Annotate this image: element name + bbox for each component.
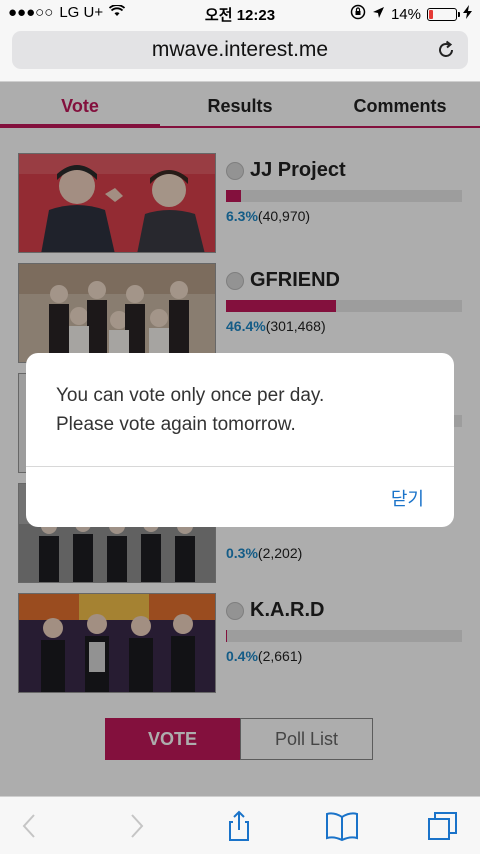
url-text: mwave.interest.me (151, 38, 329, 61)
battery-label: 14% (390, 5, 421, 23)
location-icon (372, 6, 385, 23)
alert-divider (26, 466, 454, 467)
rotation-lock-icon (350, 4, 366, 24)
alert-message: You can vote only once per day. Please v… (56, 381, 434, 439)
browser-address-bar: mwave.interest.me (0, 26, 480, 82)
alert-dialog: You can vote only once per day. Please v… (26, 353, 454, 527)
forward-icon[interactable] (118, 809, 152, 843)
reload-icon[interactable] (434, 38, 458, 62)
battery-icon (427, 7, 460, 21)
share-icon[interactable] (222, 809, 256, 843)
url-field[interactable]: mwave.interest.me (12, 31, 468, 69)
alert-line-1: You can vote only once per day. (56, 385, 325, 406)
browser-toolbar (0, 796, 480, 854)
status-bar: ●●●○○ LG U+ 오전 12:23 14% (0, 0, 480, 26)
bookmarks-icon[interactable] (324, 809, 358, 843)
charging-icon (463, 5, 472, 23)
status-right: 14% (350, 4, 472, 24)
back-icon[interactable] (14, 809, 48, 843)
tabs-icon[interactable] (426, 809, 460, 843)
alert-line-2: Please vote again tomorrow. (56, 414, 296, 435)
close-button[interactable]: 닫기 (391, 485, 424, 511)
